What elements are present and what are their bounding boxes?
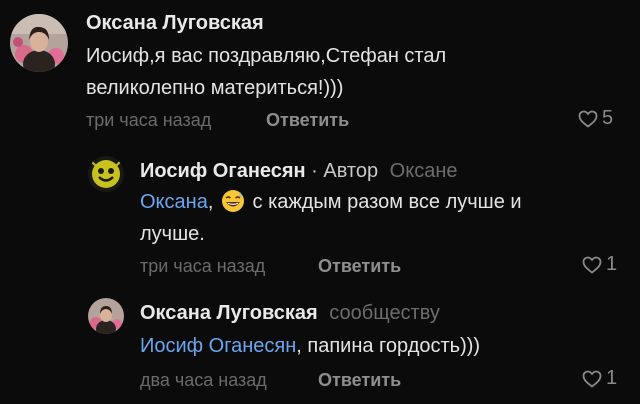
author-badge: · Автор (305, 160, 379, 182)
reply-button[interactable]: Ответить (266, 110, 349, 131)
author-name[interactable]: Оксана Луговская (86, 12, 264, 35)
timestamp: три часа назад (140, 256, 266, 276)
reply-button[interactable]: Ответить (318, 256, 401, 277)
reply-addressee[interactable]: Оксане (390, 160, 458, 182)
reply-button[interactable]: Ответить (318, 370, 401, 391)
like-button[interactable]: 1 (582, 367, 617, 390)
comment-text-line: Иосиф Оганесян, папина гордость))) (140, 330, 620, 362)
timestamp: два часа назад (140, 370, 267, 390)
mention-link[interactable]: Иосиф Оганесян (140, 335, 296, 357)
comment-text: Иосиф,я вас поздравляю,Стефан стал велик… (86, 40, 626, 104)
author-name[interactable]: Иосиф Оганесян (140, 160, 306, 182)
comment-text-line: Оксана, с каждым разом все лучше и (140, 186, 620, 218)
comment-text-line: Иосиф,я вас поздравляю,Стефан стал (86, 45, 447, 67)
author-name[interactable]: Оксана Луговская (140, 302, 318, 324)
like-button[interactable]: 5 (578, 107, 613, 130)
comment-text: Оксана, с каждым разом все лучше и лучше… (140, 186, 620, 250)
like-count: 1 (606, 253, 618, 275)
reply-addressee[interactable]: сообществу (329, 302, 440, 324)
heart-outline-icon (582, 370, 602, 388)
comment-text-segment: с каждым разом все лучше и (252, 191, 522, 213)
mention-link[interactable]: Оксана (140, 191, 208, 213)
grinning-sweat-emoji (221, 189, 244, 212)
heart-outline-icon (582, 256, 602, 274)
timestamp: три часа назад (86, 110, 212, 130)
avatar-oksana[interactable] (10, 14, 68, 72)
comment-text-line: лучше. (140, 223, 205, 245)
like-count: 1 (606, 367, 618, 389)
avatar-oksana[interactable] (88, 298, 124, 334)
comment-text-segment: , папина гордость))) (296, 335, 481, 357)
author-line: Оксана Луговская сообществу (140, 302, 440, 325)
like-count: 5 (602, 107, 614, 129)
author-line: Иосиф Оганесян · Автор Оксане (140, 160, 458, 183)
comma: , (207, 191, 214, 213)
avatar-iosif[interactable] (88, 156, 124, 192)
heart-outline-icon (578, 110, 598, 128)
like-button[interactable]: 1 (582, 253, 617, 276)
comment-text-line: великолепно материться!))) (86, 77, 344, 99)
comment-text: Иосиф Оганесян, папина гордость))) (140, 330, 620, 362)
